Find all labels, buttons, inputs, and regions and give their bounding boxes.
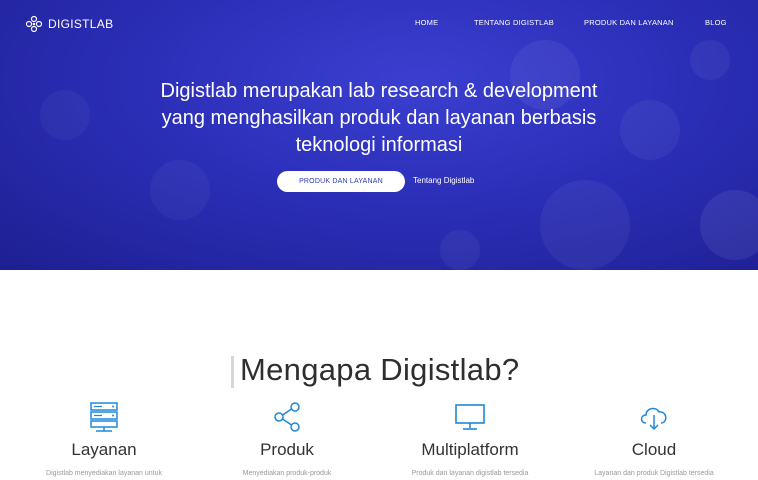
feature-description: Layanan dan produk Digistlab tersedia [594,470,714,477]
feature-title: Multiplatform [421,440,519,459]
produk-layanan-button[interactable]: PRODUK DAN LAYANAN [277,171,405,192]
feature-description: Digistlab menyediakan layanan untuk [46,470,162,477]
nav-item-blog[interactable]: BLOG [705,18,727,27]
share-icon [274,402,300,432]
feature-title: Cloud [631,440,677,459]
tentang-digistlab-link[interactable]: Tentang Digistlab [413,176,474,185]
hero-headline-line: Digistlab merupakan lab research & devel… [160,80,598,102]
feature-title: Layanan [71,440,137,459]
feature-description: Menyediakan produk-produk [242,470,332,477]
main-nav: HOME TENTANG DIGISTLAB PRODUK DAN LAYANA… [0,18,758,32]
feature-title: Produk [260,440,314,459]
hero-headline: Digistlab merupakan lab research & devel… [0,78,758,159]
hero-headline-line: yang menghasilkan produk dan layanan ber… [161,107,597,129]
feature-cloud: Cloud Layanan dan produk Digistlab terse… [574,402,734,477]
title-accent-bar [231,356,234,388]
server-stack-icon [90,402,118,432]
section-title: Mengapa Digistlab? [240,352,520,387]
hero-headline-line: teknologi informasi [295,134,463,156]
bokeh-decoration [700,190,758,260]
feature-description: Produk dan layanan digistlab tersedia [411,470,529,477]
cloud-download-icon [640,407,667,431]
nav-item-home[interactable]: HOME [415,18,438,27]
nav-item-produk[interactable]: PRODUK DAN LAYANAN [584,18,674,27]
feature-produk: Produk Menyediakan produk-produk [207,402,367,477]
feature-multiplatform: Multiplatform Produk dan layanan digistl… [390,402,550,477]
bokeh-decoration [690,40,730,80]
feature-layanan: Layanan Digistlab menyediakan layanan un… [24,402,184,477]
nav-item-tentang[interactable]: TENTANG DIGISTLAB [474,18,554,27]
bokeh-decoration [440,230,480,270]
bokeh-decoration [540,180,630,270]
bokeh-decoration [150,160,210,220]
monitor-icon [455,404,485,430]
hero-section: DIGISTLAB HOME TENTANG DIGISTLAB PRODUK … [0,0,758,270]
